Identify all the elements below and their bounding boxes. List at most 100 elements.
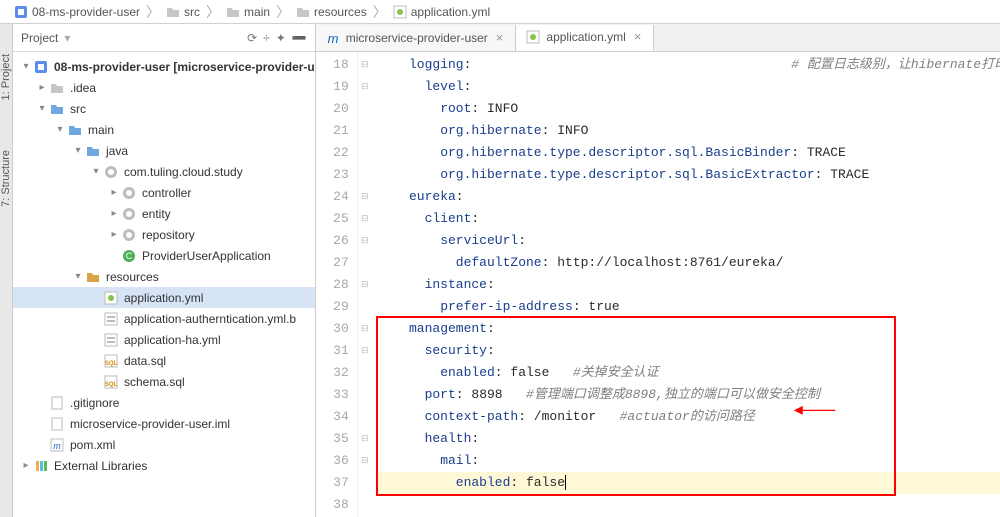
- folder-blue-icon: [49, 101, 65, 117]
- package-icon: [121, 227, 137, 243]
- toolbar-action[interactable]: ➖: [292, 31, 307, 45]
- tree-node[interactable]: application-ha.yml: [13, 329, 315, 350]
- yml-grey-icon: [103, 332, 119, 348]
- folder-blue-icon: [67, 122, 83, 138]
- tree-label: .idea: [70, 81, 96, 95]
- tree-label: schema.sql: [124, 375, 185, 389]
- yml-icon: [526, 30, 540, 44]
- tree-label: External Libraries: [54, 459, 147, 473]
- folder-blue-icon: [85, 143, 101, 159]
- tree-node[interactable]: microservice-provider-user.iml: [13, 413, 315, 434]
- tree-node[interactable]: ▸ .idea: [13, 77, 315, 98]
- tree-label: 08-ms-provider-user [microservice-provid…: [54, 60, 315, 74]
- tree-label: ProviderUserApplication: [142, 249, 271, 263]
- tree-caret[interactable]: ▾: [71, 145, 85, 156]
- breadcrumb-item[interactable]: src: [160, 1, 206, 23]
- tree-caret[interactable]: ▸: [107, 229, 121, 240]
- tree-caret[interactable]: ▾: [89, 166, 103, 177]
- tree-node[interactable]: ▸entity: [13, 203, 315, 224]
- module-icon: [33, 59, 49, 75]
- arrow-annotation: ◂———: [794, 400, 835, 422]
- package-icon: [121, 185, 137, 201]
- breadcrumb-item[interactable]: 08-ms-provider-user: [8, 1, 146, 23]
- toolbar-action[interactable]: ⟳: [247, 31, 257, 45]
- folder-icon: [49, 80, 65, 96]
- editor-tab[interactable]: application.yml×: [516, 25, 654, 51]
- tree-node[interactable]: application-autherntication.yml.b: [13, 308, 315, 329]
- tree-label: resources: [106, 270, 159, 284]
- tree-node[interactable]: ▾ java: [13, 140, 315, 161]
- tree-node[interactable]: ▾ resources: [13, 266, 315, 287]
- yml-icon: [393, 5, 407, 19]
- line-gutter[interactable]: 1819202122232425262728293031323334353637…: [316, 52, 358, 517]
- fold-column[interactable]: ⊟⊟ ⊟⊟⊟ ⊟ ⊟⊟ ⊟⊟: [358, 52, 372, 517]
- tree-label: pom.xml: [70, 438, 115, 452]
- yml-grey-icon: [103, 311, 119, 327]
- module-icon: [14, 5, 28, 19]
- project-tree[interactable]: ▾ 08-ms-provider-user [microservice-provi…: [13, 52, 315, 517]
- tree-caret[interactable]: ▸: [107, 187, 121, 198]
- sql-icon: SQL: [103, 353, 119, 369]
- folder-icon: [166, 5, 180, 19]
- tree-label: .gitignore: [70, 396, 119, 410]
- tree-caret[interactable]: ▾: [19, 61, 33, 72]
- tree-node[interactable]: ▾main: [13, 119, 315, 140]
- tree-label: src: [70, 102, 86, 116]
- tree-label: data.sql: [124, 354, 166, 368]
- editor-tabs: mmicroservice-provider-user×application.…: [316, 24, 1000, 52]
- tree-caret[interactable]: ▸: [19, 460, 33, 471]
- tree-node[interactable]: application.yml: [13, 287, 315, 308]
- breadcrumb-bar: 08-ms-provider-user〉src〉main〉resources〉a…: [0, 0, 1000, 24]
- breadcrumb-item[interactable]: main: [220, 1, 276, 23]
- tree-label: controller: [142, 186, 191, 200]
- editor-tab[interactable]: mmicroservice-provider-user×: [316, 25, 517, 51]
- svg-text:C: C: [126, 251, 133, 261]
- tree-node[interactable]: ▸ repository: [13, 224, 315, 245]
- rail-tab-structure[interactable]: 7: Structure: [0, 150, 12, 207]
- tree-node[interactable]: SQL data.sql: [13, 350, 315, 371]
- tree-caret[interactable]: ▾: [71, 271, 85, 282]
- tree-label: repository: [142, 228, 195, 242]
- project-tool-header: Project▾ ⟳÷✦➖: [13, 24, 315, 52]
- tree-label: application-ha.yml: [124, 333, 221, 347]
- lib-icon: [33, 458, 49, 474]
- tree-node[interactable]: C ProviderUserApplication: [13, 245, 315, 266]
- editor-area: mmicroservice-provider-user×application.…: [316, 24, 1000, 517]
- close-icon[interactable]: ×: [632, 29, 644, 44]
- tree-node[interactable]: ▸ External Libraries: [13, 455, 315, 476]
- svg-text:SQL: SQL: [105, 382, 118, 388]
- maven-icon: m: [49, 437, 65, 453]
- tree-caret[interactable]: ▸: [107, 208, 121, 219]
- tree-label: java: [106, 144, 128, 158]
- tree-label: application.yml: [124, 291, 203, 305]
- file-icon: [49, 395, 65, 411]
- code-content[interactable]: ◂——— logging: # 配置日志级别，让hibernate打印出执行的S…: [372, 52, 1000, 517]
- project-tool-window: Project ▾ ⟳ ÷ ✦ ➖ ▾ 08-ms-provider-user [micr…: [13, 24, 316, 517]
- tree-node[interactable]: .gitignore: [13, 392, 315, 413]
- package-icon: [103, 164, 119, 180]
- folder-icon: [296, 5, 310, 19]
- breadcrumb-item[interactable]: application.yml: [387, 1, 496, 23]
- tree-node[interactable]: SQL schema.sql: [13, 371, 315, 392]
- toolbar-action[interactable]: ÷: [263, 31, 270, 45]
- toolbar-action[interactable]: ✦: [276, 31, 286, 45]
- code-editor[interactable]: 1819202122232425262728293031323334353637…: [316, 52, 1000, 517]
- svg-text:m: m: [53, 441, 61, 451]
- tree-node[interactable]: ▸ controller: [13, 182, 315, 203]
- tree-node[interactable]: m pom.xml: [13, 434, 315, 455]
- tree-node[interactable]: ▾ src: [13, 98, 315, 119]
- close-icon[interactable]: ×: [494, 30, 506, 45]
- tree-node[interactable]: ▾ 08-ms-provider-user [microservice-provi…: [13, 56, 315, 77]
- breadcrumb-item[interactable]: resources: [290, 1, 373, 23]
- sql-icon: SQL: [103, 374, 119, 390]
- tree-caret[interactable]: ▾: [35, 103, 49, 114]
- tree-caret[interactable]: ▸: [35, 82, 49, 93]
- project-title: Project: [21, 31, 58, 45]
- tree-node[interactable]: ▾ com.tuling.cloud.study: [13, 161, 315, 182]
- rail-tab-project[interactable]: 1: Project: [0, 54, 12, 100]
- workspace: 1: Project 7: Structure Project ▾ ⟳ ÷ ✦ ➖ ▾ 0…: [0, 24, 1000, 517]
- tree-caret[interactable]: ▾: [53, 124, 67, 135]
- svg-text:SQL: SQL: [105, 361, 118, 367]
- class-icon: C: [121, 248, 137, 264]
- tree-label: com.tuling.cloud.study: [124, 165, 243, 179]
